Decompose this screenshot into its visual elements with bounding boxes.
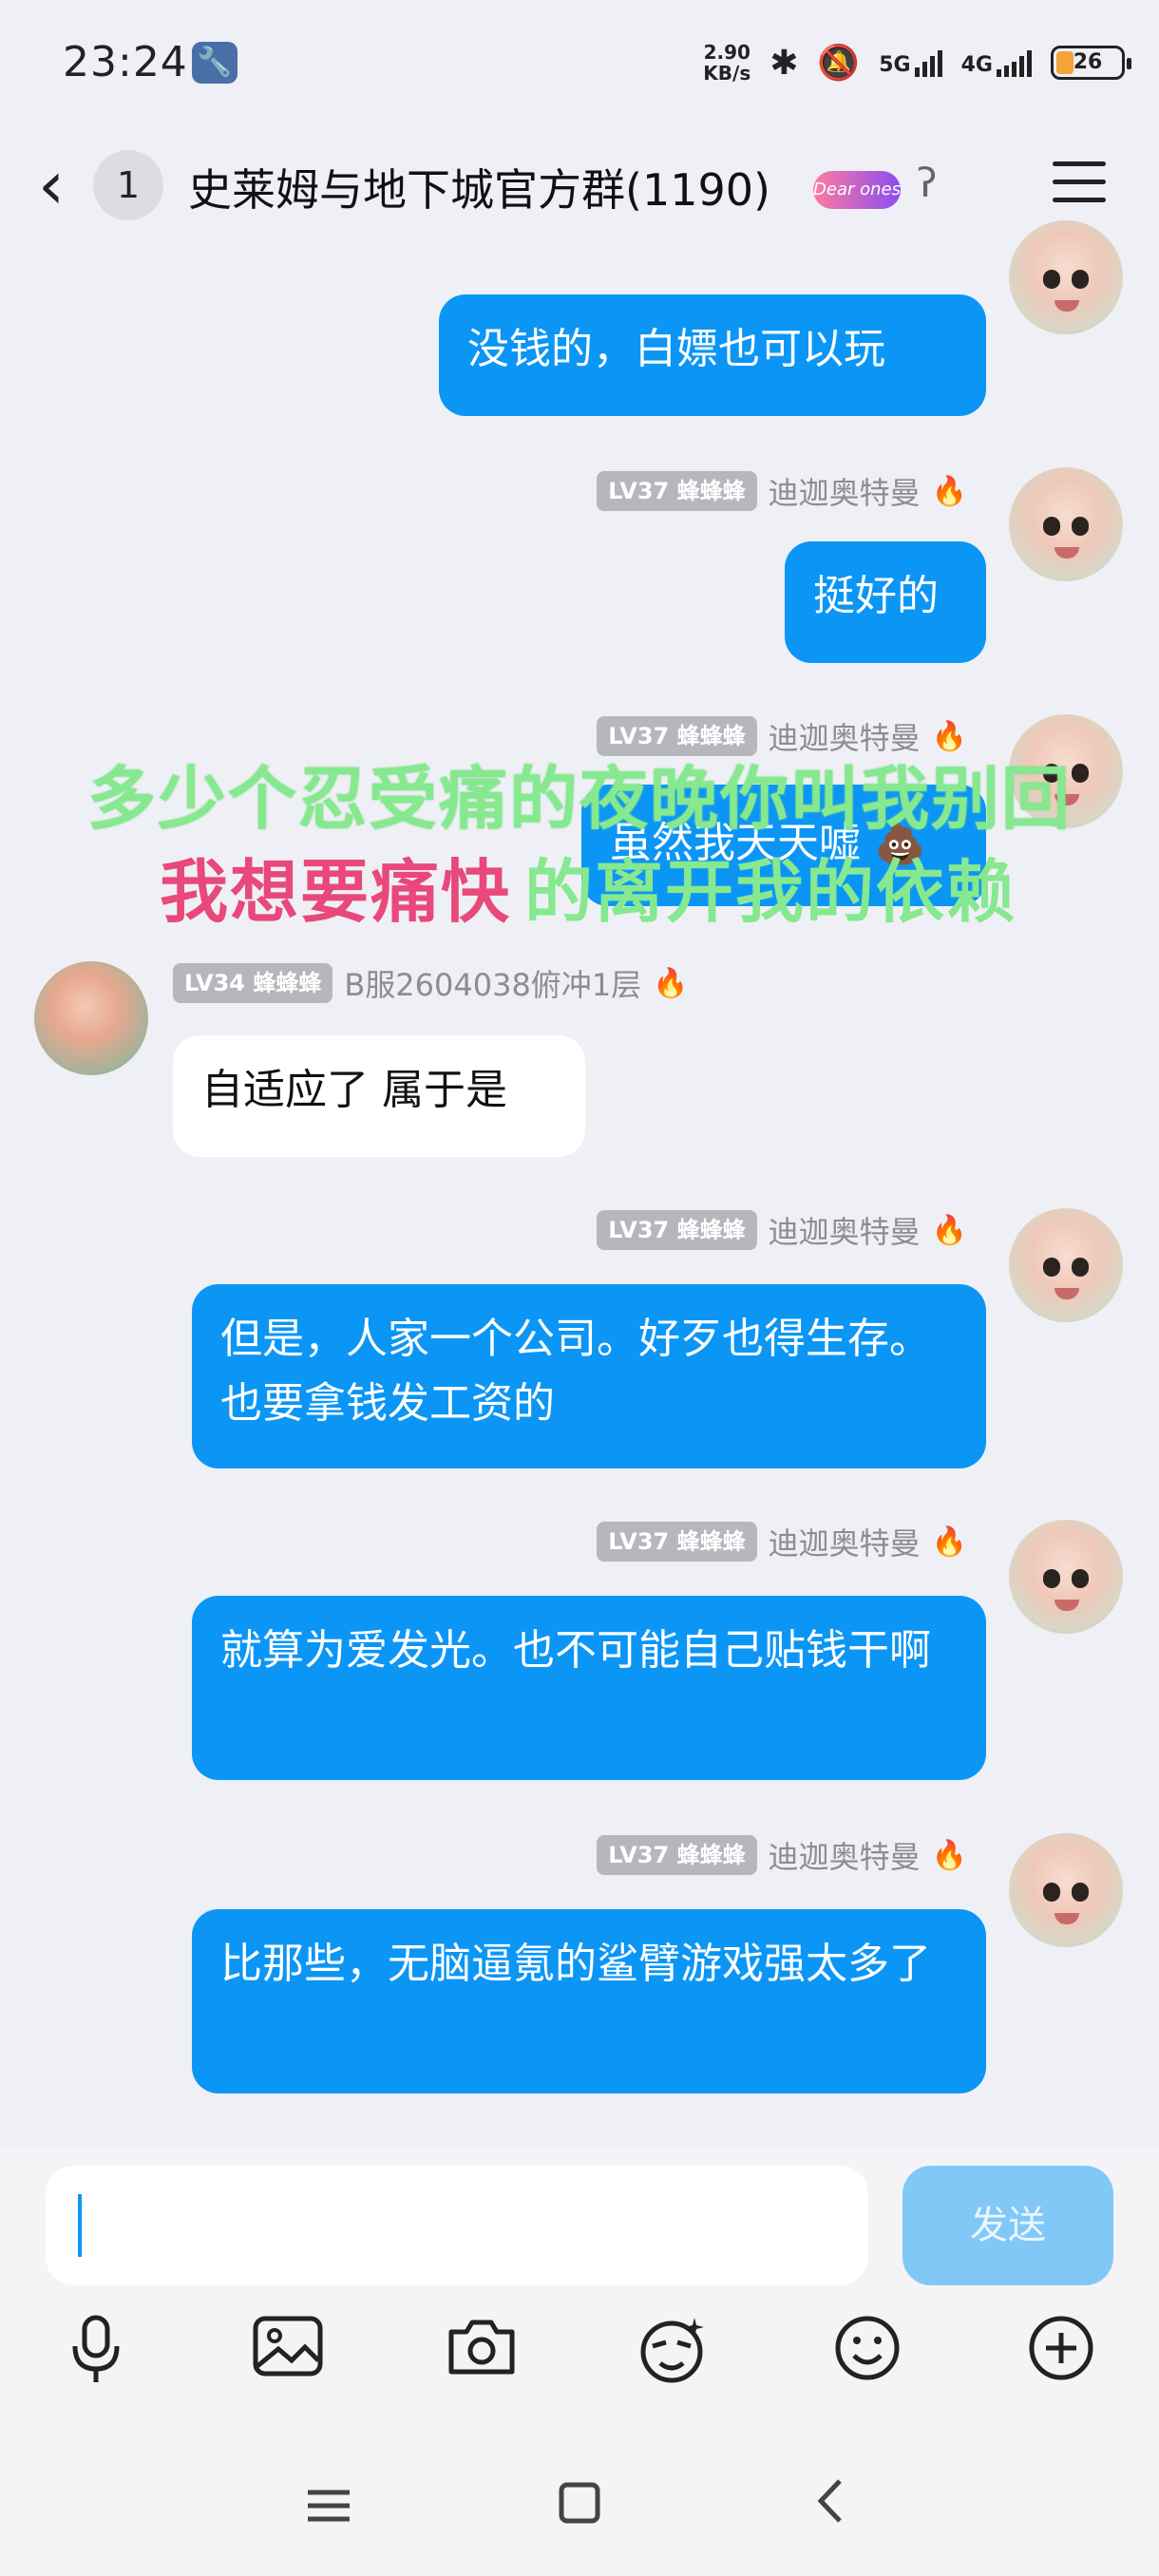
menu-icon[interactable] [1053, 161, 1106, 203]
message-bubble[interactable]: 没钱的，白嫖也可以玩 [439, 294, 986, 416]
status-time: 23:24 [63, 38, 188, 86]
flame-icon: 🔥 [653, 966, 689, 1000]
message-bubble[interactable]: 但是，人家一个公司。好歹也得生存。也要拿钱发工资的 [192, 1284, 986, 1468]
back-nav-icon[interactable] [783, 2470, 878, 2546]
unread-count-badge[interactable]: 1 [93, 150, 163, 220]
avatar[interactable] [1009, 1208, 1123, 1322]
level-badge: LV37 蜂蜂蜂 [597, 1835, 757, 1875]
battery-indicator: 26 [1051, 46, 1131, 80]
signal-5g: 5G [879, 48, 942, 77]
avatar[interactable] [34, 961, 148, 1075]
bluetooth-icon: ✱ [770, 43, 799, 83]
message-meta: LV37 蜂蜂蜂 迪迦奥特曼 🔥 [597, 1833, 967, 1877]
message-bubble[interactable]: 比那些，无脑逼氪的鲨臂游戏强太多了 [192, 1909, 986, 2093]
flame-icon: 🔥 [931, 1213, 967, 1247]
flame-icon: 🔥 [931, 474, 967, 508]
signal-4g: 4G [961, 48, 1032, 77]
mute-icon: 🔕 [817, 44, 861, 83]
image-icon[interactable] [245, 2314, 331, 2399]
network-speed-value: 2.90 [703, 41, 750, 64]
avatar[interactable] [1009, 220, 1123, 334]
recent-apps-icon[interactable] [281, 2470, 376, 2546]
level-badge: LV37 蜂蜂蜂 [597, 471, 757, 511]
avatar[interactable] [1009, 1520, 1123, 1634]
lyric-overlay-line2-red: 我想要痛快 [160, 852, 512, 932]
send-button[interactable]: 发送 [902, 2166, 1113, 2285]
sender-name[interactable]: B服2604038俯冲1层 [344, 961, 641, 1005]
avatar[interactable] [1009, 467, 1123, 581]
signal-5g-label: 5G [879, 53, 911, 77]
lyric-overlay-line1: 多少个忍受痛的夜晚你叫我别回 [87, 759, 1073, 839]
sender-name[interactable]: 迪迦奥特曼 [769, 1520, 921, 1563]
sticker-icon[interactable] [631, 2314, 716, 2399]
level-badge: LV37 蜂蜂蜂 [597, 1210, 757, 1250]
message-bubble[interactable]: 就算为爱发光。也不可能自己贴钱干啊 [192, 1596, 986, 1780]
microphone-icon[interactable] [53, 2314, 139, 2399]
network-speed: 2.90 KB/s [703, 42, 750, 84]
smile-icon[interactable] [825, 2314, 910, 2399]
flame-icon: 🔥 [931, 1838, 967, 1872]
group-title[interactable]: 史莱姆与地下城官方群(1190) [188, 156, 770, 218]
home-icon[interactable] [532, 2470, 627, 2546]
message-bubble[interactable]: 挺好的 [785, 541, 986, 663]
signal-4g-label: 4G [960, 53, 993, 77]
signal-bars-icon [914, 48, 942, 77]
signal-bars-icon [997, 48, 1032, 77]
message-input[interactable] [46, 2166, 868, 2285]
ear-icon[interactable]: ʔ [917, 160, 937, 206]
text-cursor [78, 2194, 82, 2257]
message-meta: LV37 蜂蜂蜂 迪迦奥特曼 🔥 [597, 1520, 967, 1563]
sender-name[interactable]: 迪迦奥特曼 [769, 1833, 921, 1877]
level-badge: LV37 蜂蜂蜂 [597, 1522, 757, 1562]
avatar[interactable] [1009, 1833, 1123, 1947]
message-meta: LV37 蜂蜂蜂 迪迦奥特曼 🔥 [597, 469, 967, 513]
message-bubble[interactable]: 自适应了 属于是 [173, 1035, 585, 1157]
group-badge: Dear ones [813, 171, 901, 209]
level-badge: LV34 蜂蜂蜂 [173, 963, 333, 1003]
status-icons: 2.90 KB/s ✱ 🔕 5G 4G 26 [703, 34, 1131, 91]
back-icon[interactable]: ‹ [38, 152, 65, 218]
wrench-icon: 🔧 [192, 42, 238, 84]
network-speed-unit: KB/s [703, 62, 751, 85]
camera-icon[interactable] [439, 2314, 524, 2399]
message-meta: LV37 蜂蜂蜂 迪迦奥特曼 🔥 [597, 1208, 967, 1252]
lyric-overlay-line2-green: 的离开我的依赖 [524, 852, 1017, 932]
sender-name[interactable]: 迪迦奥特曼 [769, 1208, 921, 1252]
sender-name[interactable]: 迪迦奥特曼 [769, 469, 921, 513]
flame-icon: 🔥 [931, 1525, 967, 1559]
plus-icon[interactable] [1018, 2314, 1104, 2399]
message-meta: LV34 蜂蜂蜂 B服2604038俯冲1层 🔥 [173, 961, 689, 1005]
battery-level: 26 [1073, 50, 1103, 74]
